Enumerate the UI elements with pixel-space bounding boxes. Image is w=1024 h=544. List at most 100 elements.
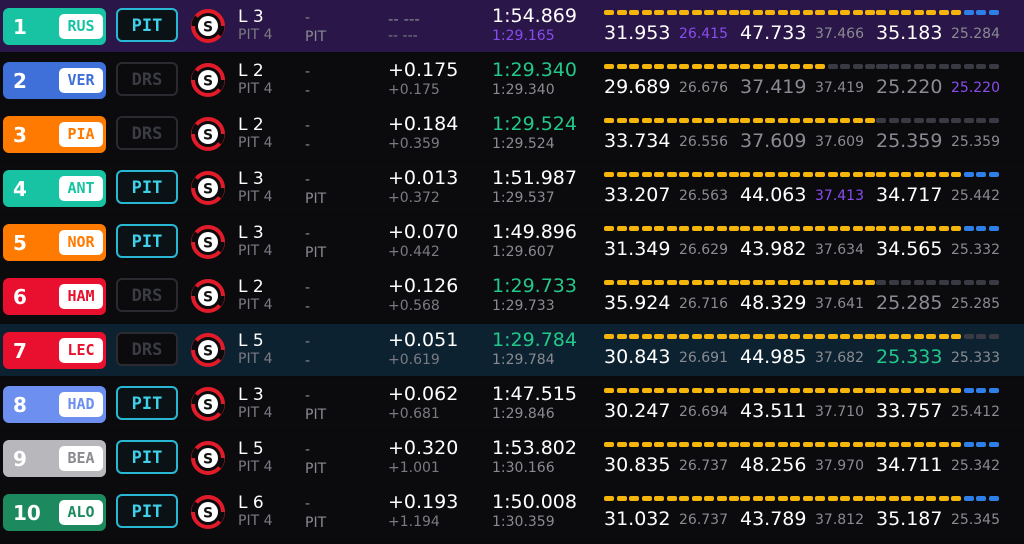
- position-number: 3: [13, 123, 27, 147]
- driver-row[interactable]: 1 RUS PIT S L 3 PIT 4 - PIT -- --- -- --- 1:54.869…: [0, 0, 1024, 52]
- mini-sector: [691, 280, 702, 285]
- mini-sector: [988, 10, 999, 15]
- sector-3: 25.359 25.359: [876, 108, 1012, 160]
- mini-sector: [963, 334, 974, 339]
- driver-row[interactable]: 10 ALO PIT S L 6 PIT 4 - PIT +0.193 +1.194 1:50.00…: [0, 486, 1024, 538]
- driver-row[interactable]: 3 PIA DRS S L 2 PIT 4 - - +0.184 +0.359 1:29.524 1:…: [0, 108, 1024, 160]
- pit-button[interactable]: PIT: [116, 224, 178, 258]
- mini-sector: [963, 280, 974, 285]
- svg-text:S: S: [203, 20, 213, 36]
- drs-button[interactable]: DRS: [116, 62, 178, 96]
- sector-1: 30.835 26.737: [604, 432, 740, 484]
- sector-best: 37.812: [815, 512, 864, 528]
- sector-3: 34.717 25.442: [876, 162, 1012, 214]
- mini-sector: [802, 334, 813, 339]
- pit-count: PIT 4: [238, 513, 273, 529]
- mini-sector: [888, 388, 899, 393]
- mini-sector: [679, 10, 689, 15]
- gap-to-leader: +0.372: [388, 190, 440, 206]
- mini-sector: [988, 334, 999, 339]
- mini-sector: [901, 64, 911, 69]
- position-badge: 10 ALO: [3, 494, 106, 531]
- mini-sector: [926, 172, 936, 177]
- soft-tyre-icon: S: [191, 441, 225, 475]
- driver-row[interactable]: 2 VER DRS S L 2 PIT 4 - - +0.175 +0.175 1:29.340 1:…: [0, 54, 1024, 106]
- mini-sector: [865, 388, 875, 393]
- mini-sector: [852, 172, 863, 177]
- mini-sector: [951, 388, 961, 393]
- sector-best: 26.737: [679, 458, 728, 474]
- timing-tower: 1 RUS PIT S L 3 PIT 4- PIT -- --- -- --- 1:54.869…: [0, 0, 1024, 544]
- driver-row[interactable]: 7 LEC DRS S L 5 PIT 4 - - +0.051 +0.619 1:29.784 1:…: [0, 324, 1024, 376]
- sector-3: 25.333 25.333: [876, 324, 1012, 376]
- pit-button[interactable]: PIT: [116, 170, 178, 204]
- mini-sector: [901, 10, 911, 15]
- mini-sector: [840, 280, 850, 285]
- mini-sector: [752, 118, 763, 123]
- mini-sector: [913, 118, 924, 123]
- pit-button[interactable]: PIT: [116, 440, 178, 474]
- driver-row[interactable]: 5 NOR PIT S L 3 PIT 4 - PIT +0.070 +0.442 1:49.896…: [0, 216, 1024, 268]
- mini-sector: [765, 388, 775, 393]
- driver-code: ALO: [59, 500, 103, 525]
- position-badge: 1 RUS: [3, 8, 106, 45]
- mini-sector: [629, 64, 639, 69]
- interval-status: -: [305, 226, 311, 242]
- mini-sector: [802, 496, 813, 501]
- drs-button[interactable]: DRS: [116, 278, 178, 312]
- sector-3: 33.757 25.412: [876, 378, 1012, 430]
- gap-to-ahead: -- ---: [388, 10, 420, 28]
- mini-sector: [704, 64, 714, 69]
- pit-status: PIT: [305, 245, 327, 261]
- sector-time: 37.609: [740, 130, 807, 152]
- lap-number: L 6: [238, 493, 264, 513]
- interval-status: -: [305, 172, 311, 188]
- pit-button[interactable]: PIT: [116, 494, 178, 528]
- mini-sector: [629, 388, 639, 393]
- mini-sector: [691, 442, 702, 447]
- mini-sector: [790, 388, 800, 393]
- sector-best: 37.634: [815, 242, 864, 258]
- mini-sector: [616, 496, 627, 501]
- drs-button[interactable]: DRS: [116, 332, 178, 366]
- mini-sector: [815, 10, 825, 15]
- gap-to-ahead: +0.175: [388, 59, 459, 81]
- driver-code: PIA: [59, 122, 103, 147]
- mini-sector: [616, 334, 627, 339]
- mini-sector: [666, 442, 677, 447]
- sector-time: 33.207: [604, 184, 671, 206]
- gap-to-ahead: +0.184: [388, 113, 459, 135]
- mini-sector: [840, 64, 850, 69]
- pit-status: PIT: [305, 29, 327, 45]
- last-lap-time: 1:29.733: [492, 275, 577, 297]
- driver-row[interactable]: 6 HAM DRS S L 2 PIT 4 - - +0.126 +0.568 1:29.733 1:…: [0, 270, 1024, 322]
- mini-sector: [740, 118, 750, 123]
- drs-button[interactable]: DRS: [116, 116, 178, 150]
- mini-sector: [629, 118, 639, 123]
- sector-time: 34.711: [876, 454, 943, 476]
- mini-sector: [976, 226, 986, 231]
- mini-sector: [976, 10, 986, 15]
- sector-3: 35.187 25.345: [876, 486, 1012, 538]
- mini-sector: [666, 280, 677, 285]
- mini-sector: [777, 10, 788, 15]
- mini-sector: [901, 118, 911, 123]
- mini-sector: [666, 172, 677, 177]
- mini-sector: [654, 118, 664, 123]
- lap-number: L 5: [238, 439, 264, 459]
- pit-button[interactable]: PIT: [116, 8, 178, 42]
- sector-time: 35.183: [876, 22, 943, 44]
- driver-row[interactable]: 9 BEA PIT S L 5 PIT 4 - PIT +0.320 +1.001 1:53.802…: [0, 432, 1024, 484]
- mini-sector: [951, 64, 961, 69]
- mini-sector: [802, 172, 813, 177]
- sector-best: 26.694: [679, 404, 728, 420]
- driver-row[interactable]: 4 ANT PIT S L 3 PIT 4 - PIT +0.013 +0.372 1:51.987…: [0, 162, 1024, 214]
- mini-sector: [852, 496, 863, 501]
- last-lap-time: 1:47.515: [492, 383, 577, 405]
- pit-button[interactable]: PIT: [116, 386, 178, 420]
- mini-sector: [913, 442, 924, 447]
- driver-row[interactable]: 8 HAD PIT S L 3 PIT 4 - PIT +0.062 +0.681 1:47.515…: [0, 378, 1024, 430]
- sector-3: 34.565 25.332: [876, 216, 1012, 268]
- mini-sector: [988, 388, 999, 393]
- mini-sector: [716, 10, 727, 15]
